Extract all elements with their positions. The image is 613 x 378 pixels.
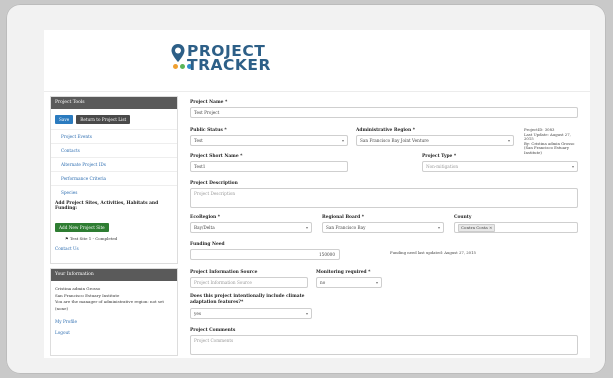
- your-information-title: Your Information: [51, 269, 177, 281]
- add-new-project-site-button[interactable]: Add New Project Site: [55, 223, 109, 232]
- project-type-label: Project Type *: [422, 154, 457, 159]
- logo-dot-green: [180, 64, 185, 69]
- logo-text: PROJECT TRACKER: [187, 43, 271, 74]
- flag-icon: ⚑: [65, 236, 69, 241]
- regional-board-label: Regional Board *: [322, 215, 365, 220]
- site-entry[interactable]: ⚑ Test Site 1 - Completed: [51, 235, 177, 243]
- project-short-name-label: Project Short Name *: [190, 154, 243, 159]
- climate-adaptation-label: Does this project intentionally include …: [190, 294, 304, 305]
- sidebar-item-contacts[interactable]: Contacts: [51, 143, 177, 157]
- information-source-input[interactable]: Project Information Source: [190, 277, 308, 288]
- project-name-input[interactable]: Test Project: [190, 107, 578, 118]
- monitoring-required-select[interactable]: no: [316, 277, 382, 288]
- sidebar-item-species[interactable]: Species: [51, 185, 177, 199]
- public-status-label: Public Status *: [190, 128, 227, 133]
- logo-line-2: TRACKER: [187, 56, 271, 74]
- sidebar-item-alternate-project-ids[interactable]: Alternate Project IDs: [51, 157, 177, 171]
- user-details: Cristina admin Grosso San Francisco Estu…: [51, 281, 177, 312]
- project-short-name-input[interactable]: Test1: [190, 161, 348, 172]
- project-comments-label: Project Comments: [190, 328, 236, 333]
- return-to-project-list-button[interactable]: Return to Project List: [76, 115, 131, 124]
- contact-us-link[interactable]: Contact Us: [51, 243, 177, 254]
- logo-dot-orange: [173, 64, 178, 69]
- climate-adaptation-label-line-1: Does this project intentionally include …: [190, 294, 305, 299]
- county-label: County: [454, 215, 472, 220]
- monitoring-required-label: Monitoring required *: [316, 270, 371, 275]
- information-source-label: Project Information Source: [190, 270, 258, 275]
- county-multiselect[interactable]: Contra Costa ×: [454, 222, 578, 233]
- administrative-region-label: Administrative Region *: [356, 128, 416, 133]
- manager-note: You are the manager of administrative re…: [55, 299, 164, 311]
- page: PROJECT TRACKER Project Tools Save Retur…: [44, 30, 590, 358]
- project-meta: ProjectID: 3083 Last Update: August 27, …: [524, 127, 580, 156]
- site-entry-label: Test Site 1 - Completed: [69, 236, 118, 241]
- add-site-button-wrap: Add New Project Site: [51, 211, 177, 235]
- project-type-select[interactable]: Non-mitigation: [422, 161, 578, 172]
- map-pin-icon: [171, 44, 185, 62]
- climate-adaptation-label-line-2: adaptation features?*: [190, 299, 244, 305]
- project-description-textarea[interactable]: Project Description: [190, 188, 578, 208]
- county-tag-contra-costa[interactable]: Contra Costa ×: [458, 224, 496, 232]
- add-sites-heading: Add Project Sites, Activities, Habitats …: [55, 201, 159, 211]
- administrative-region-select[interactable]: San Francisco Bay Joint Venture: [356, 135, 514, 146]
- climate-adaptation-select[interactable]: yes: [190, 308, 312, 319]
- project-comments-textarea[interactable]: Project Comments: [190, 335, 578, 355]
- project-description-label: Project Description: [190, 181, 238, 186]
- header: PROJECT TRACKER: [44, 30, 590, 92]
- sidebar-item-project-events[interactable]: Project Events: [51, 129, 177, 143]
- tools-button-row: Save Return to Project List: [51, 109, 177, 129]
- funding-need-label: Funding Need: [190, 242, 225, 247]
- funding-need-input[interactable]: 150000: [190, 249, 340, 260]
- save-button[interactable]: Save: [55, 115, 74, 124]
- window-frame: PROJECT TRACKER Project Tools Save Retur…: [6, 4, 606, 374]
- public-status-select[interactable]: Test: [190, 135, 348, 146]
- my-profile-link[interactable]: My Profile: [51, 312, 177, 324]
- your-information-panel: Your Information Cristina admin Grosso S…: [50, 268, 178, 356]
- ecoregion-select[interactable]: Bay/Delta: [190, 222, 312, 233]
- project-tools-title: Project Tools: [51, 97, 177, 109]
- project-tracker-logo[interactable]: PROJECT TRACKER: [171, 43, 281, 78]
- ecoregion-label: EcoRegion *: [190, 215, 221, 220]
- sidebar-item-performance-criteria[interactable]: Performance Criteria: [51, 171, 177, 185]
- updated-by: By: Cristina admin Grosso (San Francisco…: [524, 140, 575, 155]
- funding-updated-note: Funding need last updated: August 27, 20…: [390, 250, 476, 255]
- regional-board-select[interactable]: San Francisco Bay: [322, 222, 444, 233]
- project-form: Project Name * Test Project Public Statu…: [190, 100, 582, 358]
- logout-link[interactable]: Logout: [51, 324, 177, 335]
- project-name-label: Project Name *: [190, 100, 228, 105]
- project-tools-panel: Project Tools Save Return to Project Lis…: [50, 96, 178, 264]
